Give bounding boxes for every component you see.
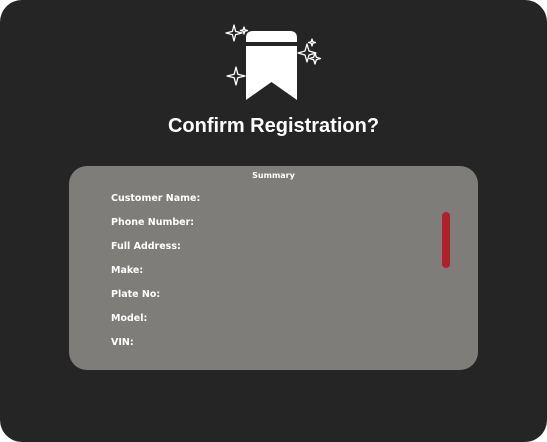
field-model: Model: <box>111 313 148 324</box>
scrollbar-thumb[interactable] <box>442 212 450 268</box>
field-phone-number: Phone Number: <box>111 217 195 228</box>
summary-panel[interactable]: Summary Customer Name: Phone Number: Ful… <box>69 166 478 370</box>
summary-field-list: Customer Name: Phone Number: Full Addres… <box>111 192 200 360</box>
dialog-title: Confirm Registration? <box>167 115 380 137</box>
field-full-address: Full Address: <box>111 241 181 252</box>
field-vin: VIN: <box>111 337 134 348</box>
field-plate-no: Plate No: <box>111 289 161 300</box>
field-customer-name: Customer Name: <box>111 193 201 204</box>
summary-heading: Summary <box>252 171 295 180</box>
confirm-registration-dialog: Confirm Registration? Summary Customer N… <box>0 0 547 442</box>
field-make: Make: <box>111 265 144 276</box>
bookmark-sparkle-icon <box>222 22 326 104</box>
